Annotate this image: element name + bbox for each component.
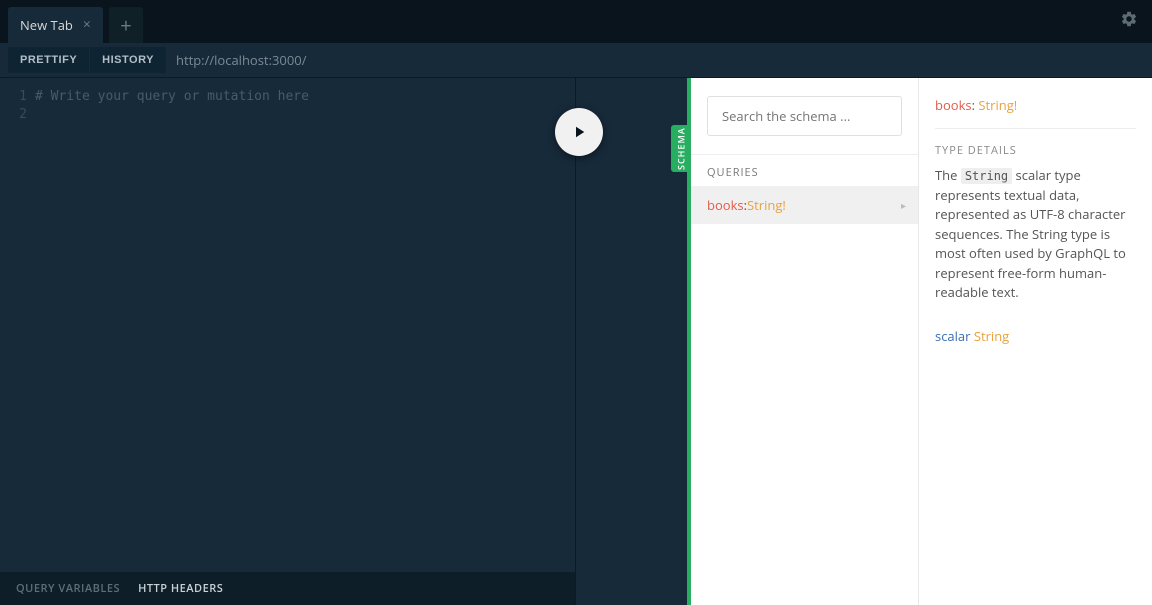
- line-number: 2: [0, 106, 27, 124]
- editor-pane: 1 2 # Write your query or mutation here …: [0, 78, 575, 605]
- execute-button[interactable]: [555, 108, 603, 156]
- code-literal: String: [961, 168, 1012, 184]
- type-signature: books: String!: [935, 78, 1136, 120]
- play-icon: [570, 123, 588, 141]
- code-line: # Write your query or mutation here: [35, 88, 309, 106]
- queries-heading: QUERIES: [691, 154, 918, 186]
- history-button[interactable]: HISTORY: [90, 47, 166, 73]
- tab-label: New Tab: [20, 16, 73, 34]
- toolbar: PRETTIFY HISTORY: [0, 43, 1152, 78]
- type-description: The String scalar type represents textua…: [935, 166, 1136, 303]
- schema-toggle[interactable]: SCHEMA: [671, 125, 691, 172]
- detail-field-name[interactable]: books: [935, 96, 972, 114]
- line-gutter: 1 2: [0, 88, 35, 572]
- scalar-definition: scalar String: [935, 327, 1136, 345]
- field-name: books: [707, 196, 744, 214]
- bottom-tabs: QUERY VARIABLES HTTP HEADERS: [0, 572, 575, 605]
- endpoint-input[interactable]: [176, 51, 576, 69]
- tab-active[interactable]: New Tab ×: [8, 7, 103, 43]
- code-content: # Write your query or mutation here: [35, 88, 309, 572]
- new-tab-button[interactable]: +: [109, 7, 143, 43]
- keyword: scalar: [935, 327, 974, 345]
- title-bar: New Tab × +: [0, 0, 1152, 43]
- detail-field-type[interactable]: String!: [978, 96, 1017, 114]
- query-editor[interactable]: 1 2 # Write your query or mutation here: [0, 78, 575, 572]
- field-type: String!: [747, 196, 786, 214]
- gear-icon[interactable]: [1120, 10, 1138, 33]
- schema-item-books[interactable]: books: String! ▸: [691, 186, 918, 224]
- schema-panel: QUERIES books: String! ▸ books: String! …: [691, 78, 1152, 605]
- tab-http-headers[interactable]: HTTP HEADERS: [138, 581, 223, 596]
- schema-list-column: QUERIES books: String! ▸: [691, 78, 919, 605]
- chevron-right-icon: ▸: [901, 198, 906, 212]
- plus-icon: +: [120, 12, 131, 39]
- type-name[interactable]: String: [974, 327, 1009, 345]
- line-number: 1: [0, 88, 27, 106]
- close-icon[interactable]: ×: [83, 18, 91, 32]
- tab-query-variables[interactable]: QUERY VARIABLES: [16, 581, 120, 596]
- search-input[interactable]: [707, 96, 902, 136]
- prettify-button[interactable]: PRETTIFY: [8, 47, 89, 73]
- type-details-heading: TYPE DETAILS: [935, 128, 1136, 166]
- schema-detail-column: books: String! TYPE DETAILS The String s…: [919, 78, 1152, 605]
